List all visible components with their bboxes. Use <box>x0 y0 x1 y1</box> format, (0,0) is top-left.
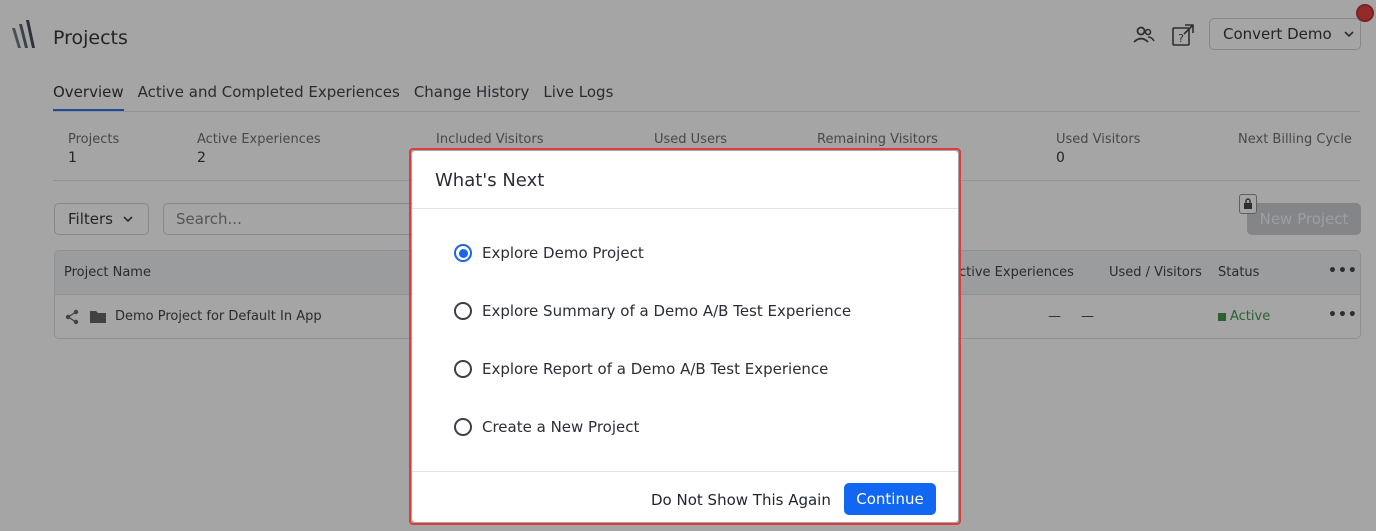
radio-icon[interactable] <box>454 418 472 436</box>
modal-header-divider <box>412 208 958 209</box>
modal-title: What's Next <box>435 170 545 191</box>
option-label: Explore Demo Project <box>482 244 644 262</box>
radio-icon[interactable] <box>454 302 472 320</box>
continue-button[interactable]: Continue <box>844 483 936 515</box>
option-explore-demo-project[interactable]: Explore Demo Project <box>454 244 644 262</box>
option-label: Create a New Project <box>482 418 640 436</box>
app-root: Projects ? Convert Demo Overview Active … <box>0 0 1376 531</box>
whats-next-modal: What's Next Explore Demo Project Explore… <box>412 151 958 522</box>
radio-selected-icon[interactable] <box>454 244 472 262</box>
option-explore-summary[interactable]: Explore Summary of a Demo A/B Test Exper… <box>454 302 851 320</box>
option-explore-report[interactable]: Explore Report of a Demo A/B Test Experi… <box>454 360 828 378</box>
option-create-new-project[interactable]: Create a New Project <box>454 418 639 436</box>
option-label: Explore Summary of a Demo A/B Test Exper… <box>482 302 852 320</box>
modal-footer-divider <box>412 471 958 472</box>
option-label: Explore Report of a Demo A/B Test Experi… <box>482 360 829 378</box>
do-not-show-again-button[interactable]: Do Not Show This Again <box>651 491 831 509</box>
radio-icon[interactable] <box>454 360 472 378</box>
